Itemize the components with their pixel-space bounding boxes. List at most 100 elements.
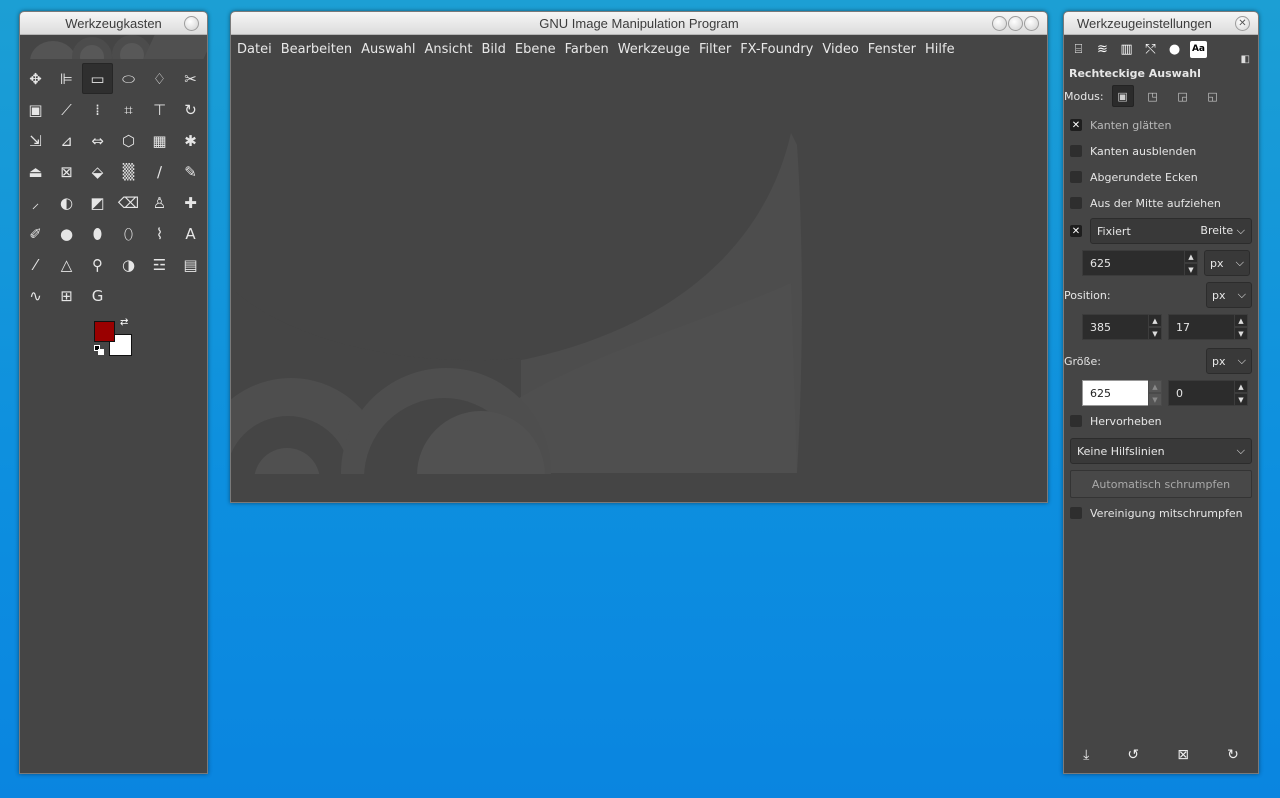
swap-colors-icon[interactable]: ⇄: [120, 317, 128, 328]
shrink-merged-row[interactable]: Vereinigung mitschrumpfen: [1070, 500, 1252, 526]
align-tool-icon[interactable]: ⊫: [51, 63, 82, 94]
spin-up-icon[interactable]: ▲: [1148, 314, 1162, 327]
tab-channels-icon[interactable]: ▥: [1118, 41, 1135, 58]
reset-colors-icon[interactable]: [94, 345, 104, 355]
gmic-tool-icon[interactable]: G: [82, 280, 113, 311]
menu-item[interactable]: FX-Foundry: [740, 42, 813, 57]
fixed-number-input[interactable]: 625 ▲ ▼: [1082, 250, 1198, 276]
feather-checkbox[interactable]: [1070, 145, 1082, 157]
shear-tool-icon[interactable]: ⊿: [51, 125, 82, 156]
menu-item[interactable]: Datei: [237, 42, 272, 57]
from-center-row[interactable]: Aus der Mitte aufziehen: [1070, 190, 1252, 216]
maximize-button[interactable]: [1008, 16, 1023, 31]
threshold-tool-icon[interactable]: ◑: [113, 249, 144, 280]
menu-item[interactable]: Bearbeiten: [281, 42, 352, 57]
tool-options-titlebar[interactable]: Werkzeugeinstellungen ✕: [1064, 12, 1258, 35]
menu-item[interactable]: Bild: [482, 42, 506, 57]
shrink-merged-checkbox[interactable]: [1070, 507, 1082, 519]
position-unit-combo[interactable]: px ⌵: [1206, 282, 1252, 308]
gradient-tool-icon[interactable]: ▒: [113, 156, 144, 187]
wilber-drop-area[interactable]: [20, 35, 207, 59]
fuzzy-select-tool-icon[interactable]: ⟋: [51, 94, 82, 125]
position-x-input[interactable]: 385 ▲ ▼: [1082, 314, 1162, 340]
menu-item[interactable]: Video: [822, 42, 858, 57]
menu-item[interactable]: Farben: [565, 42, 609, 57]
histogram-tool-icon[interactable]: ▤: [175, 249, 206, 280]
unified-transform-tool-icon[interactable]: ⊤: [144, 94, 175, 125]
zoom-tool-icon[interactable]: ⚲: [82, 249, 113, 280]
airbrush-tool-icon[interactable]: ⸝: [20, 187, 51, 218]
mode-add-icon[interactable]: ◳: [1142, 85, 1164, 107]
blur-tool-icon[interactable]: ⬮: [82, 218, 113, 249]
rect-select-tool-icon[interactable]: ▭: [82, 63, 113, 94]
paths-tool-icon[interactable]: ⌇: [144, 218, 175, 249]
tab-tool-options-icon[interactable]: ⌸: [1070, 41, 1087, 58]
mypaint-brush-tool-icon[interactable]: ◩: [82, 187, 113, 218]
spin-up-icon[interactable]: ▲: [1184, 250, 1198, 263]
text-tool-icon[interactable]: A: [175, 218, 206, 249]
scale-tool-icon[interactable]: ⇲: [20, 125, 51, 156]
fixed-checkbox[interactable]: ✕: [1070, 225, 1082, 237]
size-width-input[interactable]: 625 ▲ ▼: [1082, 380, 1162, 406]
rounded-checkbox[interactable]: [1070, 171, 1082, 183]
fixed-combo[interactable]: Fixiert Breite ⌵: [1090, 218, 1252, 244]
handle-transform-tool-icon[interactable]: ⏏: [20, 156, 51, 187]
antialias-checkbox[interactable]: ✕: [1070, 119, 1082, 131]
crop-tool-icon[interactable]: ⌗: [113, 94, 144, 125]
spin-down-icon[interactable]: ▼: [1234, 393, 1248, 406]
close-button[interactable]: [1024, 16, 1039, 31]
curves-tool-icon[interactable]: ∿: [20, 280, 51, 311]
eraser-tool-icon[interactable]: ⌫: [113, 187, 144, 218]
tab-menu-icon[interactable]: ◧: [1241, 54, 1250, 65]
restore-options-icon[interactable]: ↺: [1127, 747, 1139, 763]
minimize-button[interactable]: [992, 16, 1007, 31]
select-by-color-tool-icon[interactable]: ⁞: [82, 94, 113, 125]
tab-fonts-icon[interactable]: Aa: [1190, 40, 1207, 58]
save-options-icon[interactable]: ⤓: [1083, 747, 1089, 763]
from-center-checkbox[interactable]: [1070, 197, 1082, 209]
offset-tool-icon[interactable]: ⊞: [51, 280, 82, 311]
size-unit-combo[interactable]: px ⌵: [1206, 348, 1252, 374]
spin-down-icon[interactable]: ▼: [1148, 393, 1162, 406]
heal-tool-icon[interactable]: ✚: [175, 187, 206, 218]
spin-up-icon[interactable]: ▲: [1148, 380, 1162, 393]
free-select-tool-icon[interactable]: ♢: [144, 63, 175, 94]
spin-up-icon[interactable]: ▲: [1234, 314, 1248, 327]
highlight-row[interactable]: Hervorheben: [1070, 408, 1252, 434]
foreground-color-swatch[interactable]: [94, 321, 115, 342]
pencil-tool-icon[interactable]: ✎: [175, 156, 206, 187]
mode-intersect-icon[interactable]: ◱: [1202, 85, 1224, 107]
paintbrush-tool-icon[interactable]: ∕: [144, 156, 175, 187]
rotate-tool-icon[interactable]: ↻: [175, 94, 206, 125]
color-picker-tool-icon[interactable]: ⁄: [20, 249, 51, 280]
levels-tool-icon[interactable]: ☲: [144, 249, 175, 280]
ink-tool-icon[interactable]: ◐: [51, 187, 82, 218]
empty-image-area[interactable]: [231, 63, 1047, 502]
perspective-clone-tool-icon[interactable]: ✐: [20, 218, 51, 249]
menu-item[interactable]: Ebene: [515, 42, 556, 57]
tab-layers-icon[interactable]: ≋: [1094, 41, 1111, 58]
mode-subtract-icon[interactable]: ◲: [1172, 85, 1194, 107]
flip-tool-icon[interactable]: ⇔: [82, 125, 113, 156]
spin-up-icon[interactable]: ▲: [1234, 380, 1248, 393]
mode-replace-icon[interactable]: ▣: [1111, 85, 1134, 107]
warp-tool-icon[interactable]: ✱: [175, 125, 206, 156]
measure-tool-icon[interactable]: △: [51, 249, 82, 280]
highlight-checkbox[interactable]: [1070, 415, 1082, 427]
menu-item[interactable]: Werkzeuge: [618, 42, 690, 57]
autoshrink-button[interactable]: Automatisch schrumpfen: [1070, 470, 1252, 498]
scissors-select-tool-icon[interactable]: ✂: [175, 63, 206, 94]
3d-transform-tool-icon[interactable]: ⊠: [51, 156, 82, 187]
toolbox-titlebar[interactable]: Werkzeugkasten: [20, 12, 207, 35]
menu-item[interactable]: Hilfe: [925, 42, 955, 57]
antialias-row[interactable]: ✕ Kanten glätten: [1070, 112, 1252, 138]
perspective-tool-icon[interactable]: ⬡: [113, 125, 144, 156]
dodge-burn-tool-icon[interactable]: ⬯: [113, 218, 144, 249]
foreground-select-tool-icon[interactable]: ▣: [20, 94, 51, 125]
menu-item[interactable]: Auswahl: [361, 42, 415, 57]
reset-options-icon[interactable]: ↻: [1227, 747, 1239, 763]
close-icon[interactable]: ✕: [1235, 16, 1250, 31]
delete-options-icon[interactable]: ⊠: [1177, 747, 1189, 763]
spin-down-icon[interactable]: ▼: [1148, 327, 1162, 340]
bucket-fill-tool-icon[interactable]: ⬙: [82, 156, 113, 187]
